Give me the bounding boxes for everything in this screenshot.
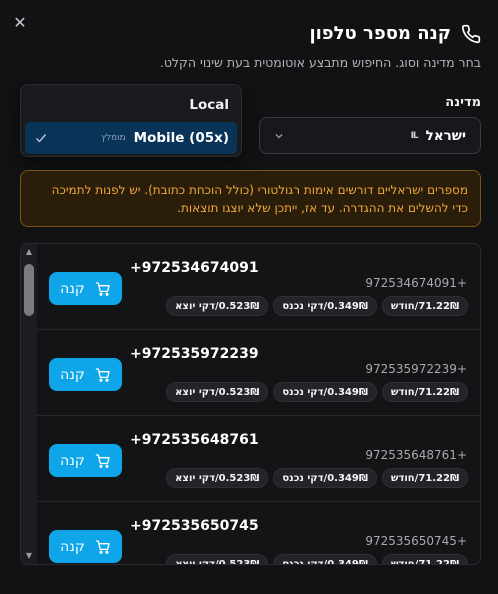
price-chips: 71.22₪/חודש 0.349₪/דקי נכנס 0.523₪/דקי י… xyxy=(166,382,468,402)
buy-button[interactable]: קנה xyxy=(49,358,122,391)
close-icon[interactable]: ✕ xyxy=(10,13,30,33)
page-subtitle: בחר מדינה וסוג. החיפוש מתבצע אוטומטית בע… xyxy=(159,55,481,70)
outbound-price-badge: 0.523₪/דקי יוצא xyxy=(166,382,269,402)
buy-label: קנה xyxy=(60,280,85,297)
monthly-price-badge: 71.22₪/חודש xyxy=(381,382,468,402)
outbound-price-badge: 0.523₪/דקי יוצא xyxy=(166,554,269,564)
outbound-price-badge: 0.523₪/דקי יוצא xyxy=(166,468,269,488)
phone-number-raw: 972535972239+ xyxy=(365,362,467,376)
country-label: מדינה xyxy=(445,95,481,110)
result-row: קנה +972535650745 972535650745+ 71.22₪/ח… xyxy=(37,502,480,564)
phone-number: +972535650745 xyxy=(130,518,259,534)
price-chips: 71.22₪/חודש 0.349₪/דקי נכנס 0.523₪/דקי י… xyxy=(166,296,468,316)
scroll-up-icon[interactable]: ▲ xyxy=(24,248,34,256)
price-chips: 71.22₪/חודש 0.349₪/דקי נכנס 0.523₪/דקי י… xyxy=(166,468,468,488)
result-row: קנה +972535972239 972535972239+ 71.22₪/ח… xyxy=(37,330,480,416)
flag-il-icon: IL xyxy=(410,130,419,141)
buy-button[interactable]: קנה xyxy=(49,530,122,563)
type-option-label: Mobile (05x) xyxy=(133,130,229,146)
phone-number: +972535648761 xyxy=(130,432,259,448)
type-dropdown-menu: Local מומלץ Mobile (05x) xyxy=(20,84,242,157)
phone-icon xyxy=(461,24,481,43)
inbound-price-badge: 0.349₪/דקי נכנס xyxy=(273,296,377,316)
buy-label: קנה xyxy=(60,366,85,383)
inbound-price-badge: 0.349₪/דקי נכנס xyxy=(273,382,377,402)
results-scrollbar[interactable]: ▲ ▼ xyxy=(21,244,37,564)
buy-label: קנה xyxy=(60,452,85,469)
scroll-down-icon[interactable]: ▼ xyxy=(24,552,34,560)
recommended-badge: מומלץ xyxy=(101,133,126,143)
cart-icon xyxy=(95,453,110,468)
country-select[interactable]: ישראל IL xyxy=(259,117,481,154)
result-row: קנה +972535648761 972535648761+ 71.22₪/ח… xyxy=(37,416,480,502)
monthly-price-badge: 71.22₪/חודש xyxy=(381,296,468,316)
type-option-mobile[interactable]: מומלץ Mobile (05x) xyxy=(25,122,237,154)
cart-icon xyxy=(95,281,110,296)
buy-button[interactable]: קנה xyxy=(49,444,122,477)
regulatory-notice: מספרים ישראליים דורשים אימות רגולטורי (כ… xyxy=(20,170,481,227)
results-list: ▲ ▼ קנה +972534674091 972534674091+ 71.2… xyxy=(20,243,481,565)
phone-number: +972534674091 xyxy=(130,260,259,276)
result-row: קנה +972534674091 972534674091+ 71.22₪/ח… xyxy=(37,244,480,330)
monthly-price-badge: 71.22₪/חודש xyxy=(381,468,468,488)
type-option-local[interactable]: Local xyxy=(25,89,237,121)
dialog-header: קנה מספר טלפון xyxy=(309,23,481,44)
inbound-price-badge: 0.349₪/דקי נכנס xyxy=(273,468,377,488)
phone-number-raw: 972535648761+ xyxy=(365,448,467,462)
country-select-value: ישראל xyxy=(425,127,466,144)
type-option-label: Local xyxy=(189,97,229,113)
page-title: קנה מספר טלפון xyxy=(309,23,451,44)
check-icon xyxy=(36,134,47,143)
chevron-down-icon xyxy=(275,133,283,138)
monthly-price-badge: 71.22₪/חודש xyxy=(381,554,468,564)
cart-icon xyxy=(95,367,110,382)
phone-number: +972535972239 xyxy=(130,346,259,362)
price-chips: 71.22₪/חודש 0.349₪/דקי נכנס 0.523₪/דקי י… xyxy=(166,554,468,564)
cart-icon xyxy=(95,539,110,554)
buy-button[interactable]: קנה xyxy=(49,272,122,305)
outbound-price-badge: 0.523₪/דקי יוצא xyxy=(166,296,269,316)
buy-label: קנה xyxy=(60,538,85,555)
inbound-price-badge: 0.349₪/דקי נכנס xyxy=(273,554,377,564)
phone-number-raw: 972535650745+ xyxy=(365,534,467,548)
scroll-thumb[interactable] xyxy=(24,264,34,316)
phone-number-raw: 972534674091+ xyxy=(365,276,467,290)
